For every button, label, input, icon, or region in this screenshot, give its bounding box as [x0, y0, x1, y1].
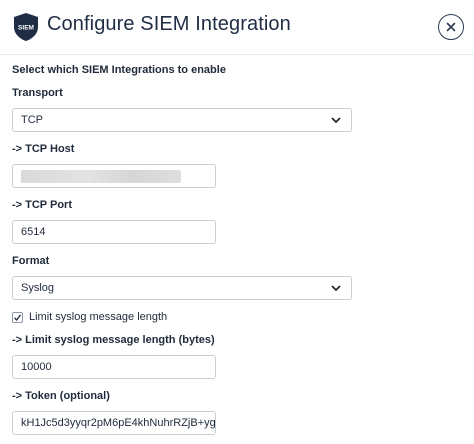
limit-bytes-value: 10000: [21, 361, 52, 373]
limit-length-label: Limit syslog message length: [29, 311, 168, 323]
tcp-port-label: -> TCP Port: [12, 199, 73, 211]
check-icon: [14, 313, 22, 321]
limit-length-checkbox[interactable]: [12, 311, 23, 323]
limit-length-row: Limit syslog message length: [12, 310, 167, 324]
dialog-title: Configure SIEM Integration: [47, 13, 291, 35]
section-heading: Select which SIEM Integrations to enable: [12, 64, 226, 76]
siem-shield-icon: SIEM: [14, 13, 38, 41]
token-value: kH1Jc5d3yyqr2pM6pE4khNuhrRZjB+ygk6YHu: [21, 417, 216, 429]
tcp-port-input[interactable]: 6514: [12, 220, 216, 244]
close-icon: [446, 22, 456, 32]
format-label: Format: [12, 255, 50, 267]
svg-text:SIEM: SIEM: [18, 25, 34, 32]
dialog-header: SIEM Configure SIEM Integration: [0, 0, 474, 54]
header-divider: [0, 54, 474, 55]
token-input[interactable]: kH1Jc5d3yyqr2pM6pE4khNuhrRZjB+ygk6YHu: [12, 411, 216, 435]
tcp-host-label: -> TCP Host: [12, 143, 75, 155]
close-button[interactable]: [438, 14, 464, 40]
chevron-down-icon: [331, 117, 341, 124]
format-select[interactable]: Syslog: [12, 276, 352, 300]
transport-label: Transport: [12, 87, 63, 99]
limit-bytes-input[interactable]: 10000: [12, 355, 216, 379]
tcp-port-value: 6514: [21, 226, 46, 238]
transport-select[interactable]: TCP: [12, 108, 352, 132]
token-label: -> Token (optional): [12, 390, 110, 402]
tcp-host-input[interactable]: [12, 164, 216, 188]
transport-value: TCP: [21, 114, 43, 126]
chevron-down-icon: [331, 285, 341, 292]
redacted-host-value: [21, 169, 181, 183]
limit-bytes-label: -> Limit syslog message length (bytes): [12, 334, 215, 346]
format-value: Syslog: [21, 282, 55, 294]
